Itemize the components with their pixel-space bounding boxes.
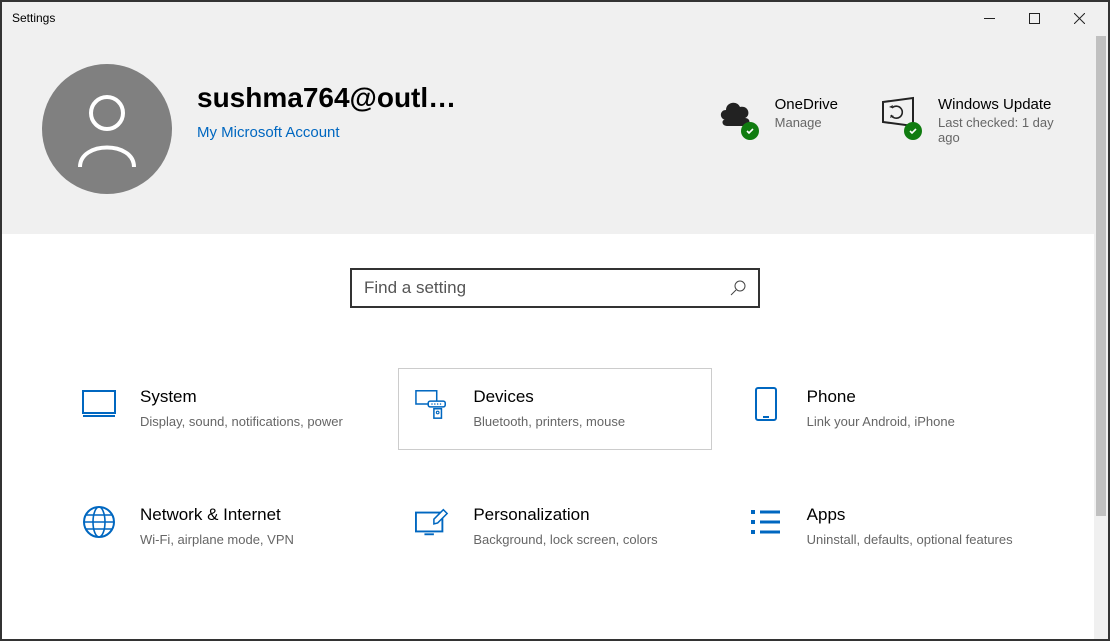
window-controls [967, 2, 1102, 34]
update-sub: Last checked: 1 day ago [938, 115, 1068, 145]
tile-apps[interactable]: Apps Uninstall, defaults, optional featu… [732, 486, 1045, 568]
check-badge-icon [741, 122, 759, 140]
search-icon [730, 280, 746, 296]
settings-window: Settings sus [2, 2, 1108, 639]
tile-network[interactable]: Network & Internet Wi-Fi, airplane mode,… [65, 486, 378, 568]
tile-sub: Display, sound, notifications, power [140, 413, 343, 431]
tile-sub: Link your Android, iPhone [807, 413, 955, 431]
content: System Display, sound, notifications, po… [2, 234, 1108, 639]
minimize-button[interactable] [967, 2, 1012, 34]
tile-phone[interactable]: Phone Link your Android, iPhone [732, 368, 1045, 450]
windows-update-status[interactable]: Windows Update Last checked: 1 day ago [878, 96, 1068, 145]
network-icon [82, 505, 116, 539]
vertical-scrollbar[interactable] [1094, 2, 1108, 639]
avatar-icon [72, 89, 142, 169]
close-icon [1074, 13, 1085, 24]
apps-icon [749, 505, 783, 539]
avatar[interactable] [42, 64, 172, 194]
my-account-link[interactable]: My Microsoft Account [197, 124, 497, 141]
account-header: sushma764@outl… My Microsoft Account One… [2, 34, 1108, 234]
title-bar: Settings [2, 2, 1108, 34]
check-badge-icon [904, 122, 922, 140]
phone-icon [749, 387, 783, 421]
personalization-icon [415, 505, 449, 539]
update-icon-wrap [878, 96, 918, 136]
onedrive-sub: Manage [775, 115, 838, 130]
onedrive-icon-wrap [715, 96, 755, 136]
maximize-icon [1029, 13, 1040, 24]
window-title: Settings [12, 11, 55, 25]
minimize-icon [984, 13, 995, 24]
maximize-button[interactable] [1012, 2, 1057, 34]
tile-sub: Wi-Fi, airplane mode, VPN [140, 531, 294, 549]
tile-title: Network & Internet [140, 505, 294, 525]
tile-devices[interactable]: Devices Bluetooth, printers, mouse [398, 368, 711, 450]
devices-icon [415, 387, 449, 421]
search-input[interactable] [364, 278, 730, 298]
onedrive-title: OneDrive [775, 96, 838, 113]
system-icon [82, 387, 116, 421]
tile-title: Apps [807, 505, 1013, 525]
status-section: OneDrive Manage [497, 64, 1068, 145]
main-area: Settings sus [2, 2, 1108, 639]
tile-title: System [140, 387, 343, 407]
tile-system[interactable]: System Display, sound, notifications, po… [65, 368, 378, 450]
tile-personalization[interactable]: Personalization Background, lock screen,… [398, 486, 711, 568]
onedrive-status[interactable]: OneDrive Manage [715, 96, 838, 145]
tile-title: Devices [473, 387, 625, 407]
tile-sub: Background, lock screen, colors [473, 531, 657, 549]
update-title: Windows Update [938, 96, 1068, 113]
settings-grid: System Display, sound, notifications, po… [65, 368, 1045, 568]
tile-sub: Bluetooth, printers, mouse [473, 413, 625, 431]
tile-title: Phone [807, 387, 955, 407]
tile-title: Personalization [473, 505, 657, 525]
account-email: sushma764@outl… [197, 82, 497, 114]
account-info: sushma764@outl… My Microsoft Account [197, 64, 497, 141]
search-box[interactable] [350, 268, 760, 308]
scroll-thumb[interactable] [1096, 36, 1106, 516]
tile-sub: Uninstall, defaults, optional features [807, 531, 1013, 549]
